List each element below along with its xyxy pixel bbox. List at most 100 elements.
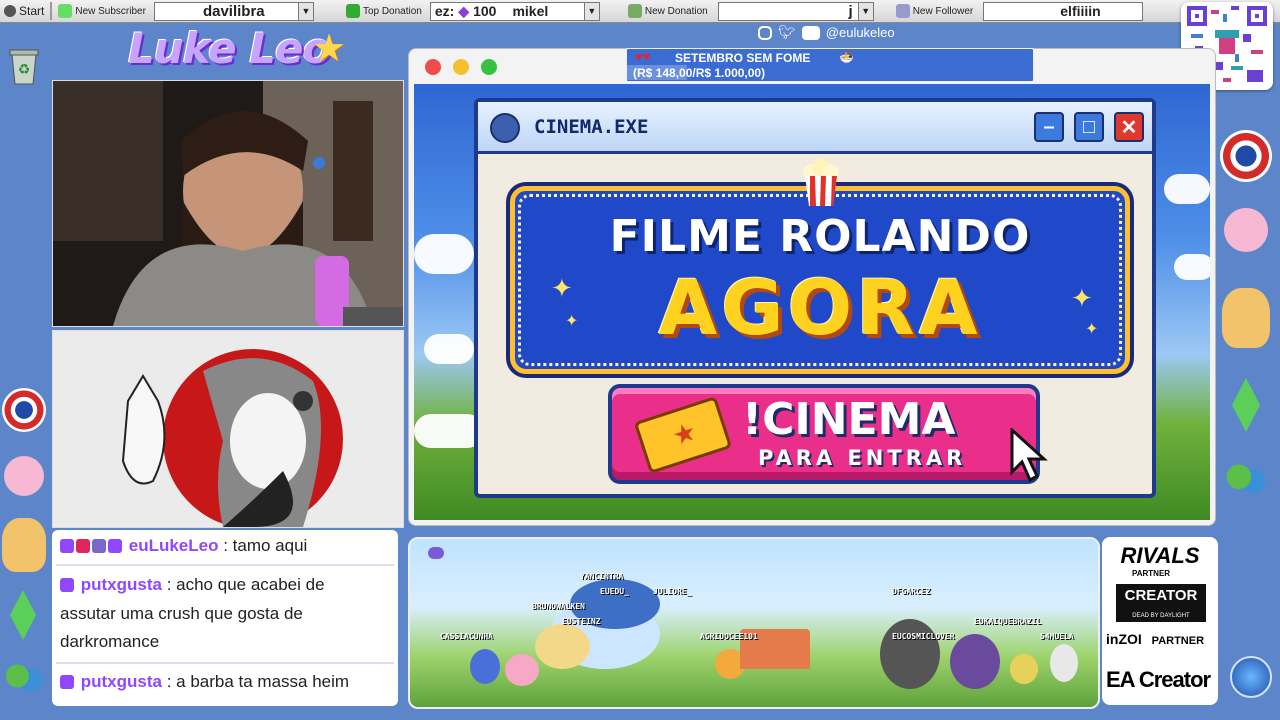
inzoi-partner-label: PARTNER [1151,635,1205,647]
cloud [414,234,474,274]
pokemon-name-tag: EUEDU_ [600,587,629,596]
cinema-command-button[interactable]: ★ !CINEMA PARA ENTRAR [608,384,1048,484]
broadcaster-badge-icon [60,539,74,553]
pokemon-name-tag: EUKAIQUEBRAZIL [974,617,1042,626]
pokemon-name-tag: EUSTEINZ [562,617,601,626]
close-window-button[interactable] [425,59,441,75]
twitch-badge-icon [60,578,74,592]
youtube-icon[interactable] [801,25,820,40]
twitter-icon[interactable]: 🐦︎ [778,24,796,41]
cinema-exe-window: CINEMA.EXE – □ ✕ FILME ROLANDO AGORA ✦ ✦… [474,98,1156,498]
minimize-button[interactable]: – [1034,112,1064,142]
top-donation-name: mikel [512,3,549,19]
cloud [1174,254,1210,280]
new-follower-label: New Follower [912,5,974,17]
inzoi-label: inZOI [1106,631,1142,647]
jigglypuff-icon[interactable] [1224,208,1268,252]
star-icon: ★ [312,28,347,70]
cta-command: !CINEMA [742,394,956,445]
svg-text:♻: ♻ [18,61,31,77]
twitch-badge-icon [60,675,74,689]
msn-users-icon[interactable] [1222,460,1270,502]
windows-start-orb-icon[interactable] [1230,656,1272,698]
chat-pokemon-overlay: YANCINTRA EUEDU_ JULIORE_ BRUNOWALKEN EU… [408,537,1100,709]
top-donation-prefix: ez: [434,3,455,19]
pokemon-name-tag: BRUNOWALKEN [532,602,585,611]
captain-america-shield-icon[interactable] [2,388,46,432]
subscriber-badge-icon [92,539,106,553]
new-subscriber-item[interactable]: New Subscriber [54,1,150,21]
sparkle-icon: ✦ [551,273,573,303]
start-icon [4,5,16,17]
pokemon-sprite [1010,654,1038,684]
cloud [424,334,474,364]
chat-text: : acho que acabei de [166,575,325,594]
plumbob-icon[interactable] [10,590,36,640]
moderator-badge-icon [76,539,90,553]
new-donation-field[interactable]: j ▼ [717,1,874,21]
pokemon-sprite [1050,644,1078,682]
headline-line1: FILME ROLANDO [609,211,1031,262]
minimize-window-button[interactable] [453,59,469,75]
chat-username[interactable]: putxgusta [81,575,162,594]
pokemon-name-tag: S4MUELA [1040,632,1074,641]
new-donation-item[interactable]: New Donation [624,1,712,21]
chat-message-line: assutar uma crush que gosta de [60,604,303,623]
maximize-window-button[interactable] [481,59,497,75]
film-reel-icon [490,113,520,143]
pokemon-sprite [505,654,539,686]
pokemon-name-tag: AGRIDOCEE101 [700,632,758,641]
chevron-down-icon[interactable]: ▼ [583,2,599,20]
top-donation-field[interactable]: ez: ◆ 100 mikel ▼ [429,1,600,21]
follower-field[interactable]: elfiiiin [983,1,1144,21]
pokemon-sprite [470,649,500,684]
chat-bubble-icon [428,547,444,559]
close-button[interactable]: ✕ [1114,112,1144,142]
character-avatar-icon[interactable] [1222,288,1270,348]
food-icon: 🍜 [839,50,854,64]
character-avatar-icon[interactable] [2,518,46,572]
artwork-image [52,330,404,528]
pokemon-sprite [880,619,940,689]
new-follower-item[interactable]: New Follower [892,1,978,21]
instagram-icon[interactable] [758,25,772,40]
sparkle-icon: ✦ [1085,321,1099,338]
recycle-bin-icon[interactable]: ♻ [6,46,42,86]
popcorn-icon [803,159,839,206]
donation-icon [345,4,360,18]
pokemon-name-tag: JULIORE_ [653,587,692,596]
pokemon-sprite [950,634,1000,689]
chevron-down-icon[interactable]: ▼ [857,2,873,20]
donation-goal-bar: ♥♥ SETEMBRO SEM FOME 🍜 (R$ 148,00/R$ 1.0… [626,48,1034,82]
top-donation-amount: 100 [473,3,497,19]
subscriber-icon [58,4,73,18]
social-links: 🐦︎ @eulukeleo [758,24,895,41]
start-label: Start [19,4,45,18]
new-donation-name: j [848,2,853,20]
plumbob-icon[interactable] [1232,378,1260,432]
cta-subtitle: PARA ENTRAR [758,446,967,470]
msn-users-icon[interactable] [2,660,46,700]
goal-title: SETEMBRO SEM FOME [675,51,811,65]
chat-message: putxgusta : a barba ta massa heim [60,668,349,696]
chat-username[interactable]: euLukeLeo [129,536,219,555]
subscriber-field[interactable]: davilibra ▼ [153,1,314,21]
captain-america-shield-icon[interactable] [1220,130,1272,182]
chat-username[interactable]: putxgusta [81,672,162,691]
cinema-window-title: CINEMA.EXE [534,116,649,138]
webcam-feed [52,80,404,327]
chevron-down-icon[interactable]: ▼ [297,2,313,20]
start-button[interactable]: Start [0,1,48,21]
subscriber-name: davilibra [202,2,265,20]
streamer-webcam-image [53,81,403,326]
bits-icon: ◆ [458,2,470,19]
pokemon-sprite [535,624,590,669]
jigglypuff-icon[interactable] [4,456,44,496]
pokemon-name-tag: EUCOSMICLOVER [892,632,955,641]
chat-panel: euLukeLeo : tamo aqui putxgusta : acho q… [52,530,398,706]
now-playing-marquee: FILME ROLANDO AGORA ✦ ✦ ✦ ✦ [510,186,1130,374]
cinema-window-titlebar: CINEMA.EXE – □ ✕ [478,102,1152,154]
chat-text: : a barba ta massa heim [166,672,350,691]
maximize-button[interactable]: □ [1074,112,1104,142]
top-donation-item[interactable]: Top Donation [342,1,426,21]
